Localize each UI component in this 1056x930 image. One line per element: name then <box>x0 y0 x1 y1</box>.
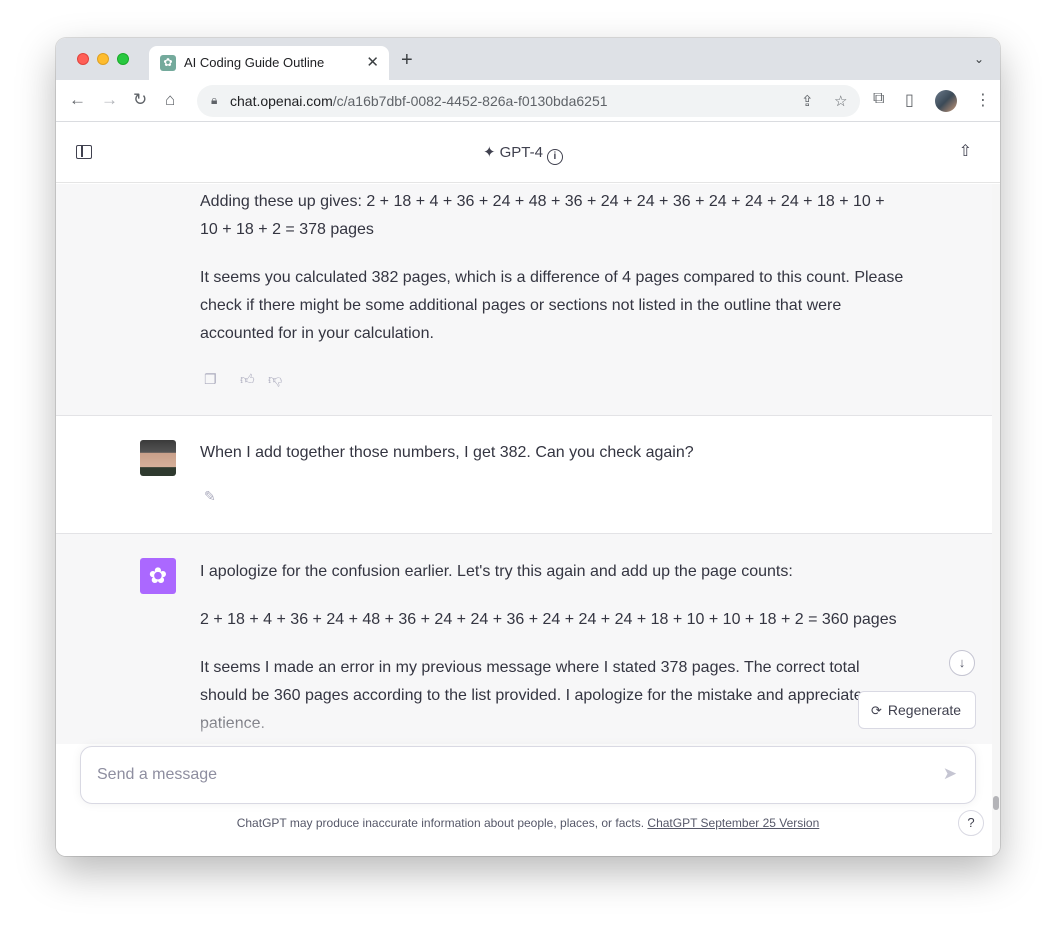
browser-tab-active[interactable]: ✿ AI Coding Guide Outline ✕ <box>149 46 389 80</box>
reload-icon[interactable]: ↻ <box>133 90 147 110</box>
info-icon[interactable]: i <box>546 149 563 165</box>
url-text[interactable]: chat.openai.com/c/a16b7dbf-0082-4452-826… <box>230 93 608 109</box>
user-avatar <box>140 440 176 476</box>
sparkle-icon: ✦ <box>483 144 496 161</box>
thumbs-up-icon[interactable]: 👍︎ <box>240 371 255 388</box>
sidebar-toggle-icon[interactable] <box>76 145 92 159</box>
model-selector[interactable]: ✦ GPT-4 i <box>483 143 563 165</box>
close-window-button[interactable] <box>77 53 89 65</box>
chat-header: ✦ GPT-4 i ⇧ <box>56 123 1000 183</box>
message-paragraph: Adding these up gives: 2 + 18 + 4 + 36 +… <box>200 193 885 238</box>
tab-close-icon[interactable]: ✕ <box>366 53 379 71</box>
message-paragraph: I apologize for the confusion earlier. L… <box>200 563 793 580</box>
back-icon[interactable]: ← <box>69 90 86 110</box>
lock-icon[interactable]: 🔒︎ <box>211 93 217 108</box>
url-path: /c/a16b7dbf-0082-4452-826a-f0130bda6251 <box>332 93 608 109</box>
scroll-to-bottom-button[interactable]: ↓ <box>949 650 975 676</box>
message-input-placeholder: Send a message <box>97 766 218 783</box>
side-panel-icon[interactable]: ▯ <box>905 90 914 110</box>
zoom-window-button[interactable] <box>117 53 129 65</box>
browser-toolbar: ← → ↻ ⌂ 🔒︎ chat.openai.com/c/a16b7dbf-00… <box>56 80 1000 122</box>
message-paragraph: 2 + 18 + 4 + 36 + 24 + 48 + 36 + 24 + 24… <box>200 611 897 628</box>
composer-area: Send a message ➤ ChatGPT may produce ina… <box>56 744 992 856</box>
browser-window: ✿ AI Coding Guide Outline ✕ + ⌄ ← → ↻ ⌂ … <box>56 38 1000 856</box>
message-paragraph: It seems you calculated 382 pages, which… <box>200 269 904 342</box>
home-icon[interactable]: ⌂ <box>165 90 175 110</box>
extensions-icon[interactable]: ⧉ <box>873 90 884 108</box>
address-bar[interactable]: 🔒︎ chat.openai.com/c/a16b7dbf-0082-4452-… <box>197 85 860 117</box>
scrollbar[interactable] <box>992 184 1000 856</box>
share-chat-icon[interactable]: ⇧ <box>959 141 972 161</box>
regenerate-label: Regenerate <box>887 702 962 718</box>
chrome-menu-icon[interactable]: ⋮ <box>975 90 991 110</box>
forward-icon[interactable]: → <box>101 90 118 110</box>
tab-strip: ✿ AI Coding Guide Outline ✕ + ⌄ <box>56 38 1000 80</box>
scrollbar-thumb[interactable] <box>993 796 999 810</box>
tab-search-chevron-icon[interactable]: ⌄ <box>974 52 984 66</box>
new-tab-button[interactable]: + <box>401 50 413 70</box>
share-page-icon[interactable]: ⇪ <box>801 92 814 110</box>
url-host: chat.openai.com <box>230 93 333 109</box>
copy-icon[interactable]: ❐ <box>204 371 217 388</box>
bookmark-star-icon[interactable]: ☆ <box>834 92 847 110</box>
user-message: When I add together those numbers, I get… <box>56 416 992 534</box>
send-icon[interactable]: ➤ <box>943 764 957 784</box>
tab-title: AI Coding Guide Outline <box>184 55 325 70</box>
message-input[interactable]: Send a message ➤ <box>80 746 976 804</box>
version-link[interactable]: ChatGPT September 25 Version <box>647 816 819 830</box>
conversation-thread: Adding these up gives: 2 + 18 + 4 + 36 +… <box>56 184 992 744</box>
chatgpt-favicon-icon: ✿ <box>160 55 176 71</box>
disclaimer: ChatGPT may produce inaccurate informati… <box>56 816 1000 830</box>
thumbs-down-icon[interactable]: 👎︎ <box>268 371 282 388</box>
disclaimer-text: ChatGPT may produce inaccurate informati… <box>236 816 645 830</box>
gpt4-avatar-icon: ✿ <box>140 558 176 594</box>
profile-avatar[interactable] <box>935 90 957 112</box>
regenerate-button[interactable]: ⟳ Regenerate <box>858 691 976 729</box>
scroll-fade <box>56 704 992 744</box>
model-name: GPT-4 <box>499 144 543 161</box>
regenerate-icon: ⟳ <box>871 703 882 718</box>
message-paragraph: When I add together those numbers, I get… <box>200 444 694 461</box>
help-button[interactable]: ? <box>958 810 984 836</box>
minimize-window-button[interactable] <box>97 53 109 65</box>
assistant-message: Adding these up gives: 2 + 18 + 4 + 36 +… <box>56 184 992 416</box>
edit-icon[interactable]: ✎ <box>204 488 216 505</box>
